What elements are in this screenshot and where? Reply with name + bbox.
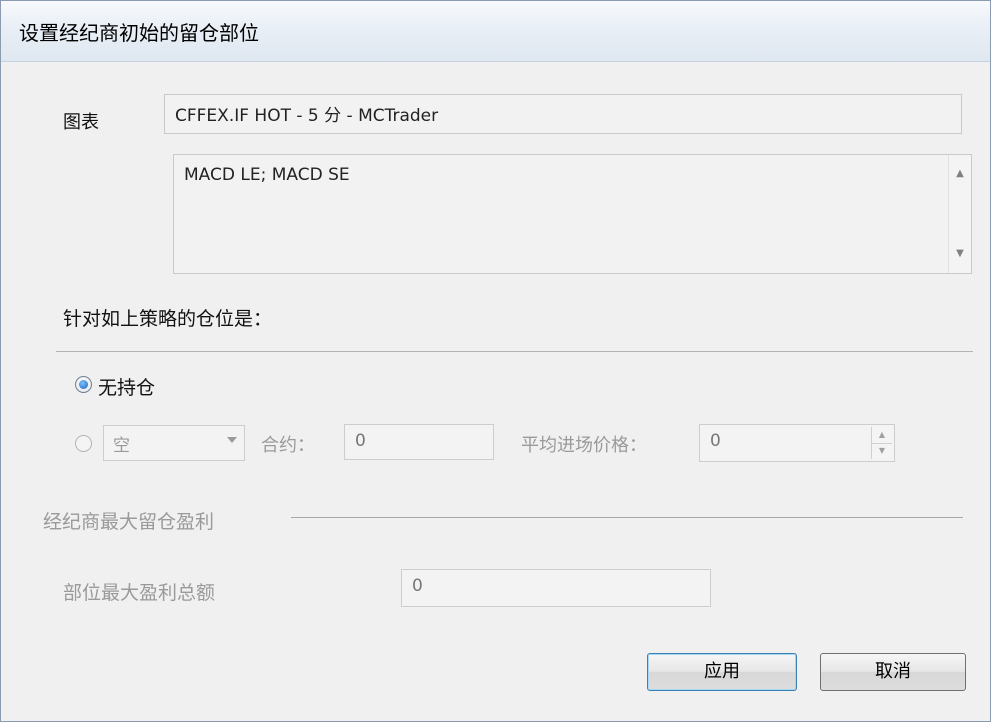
direction-value: 空 bbox=[113, 436, 130, 456]
broker-section-title: 经纪商最大留仓盈利 bbox=[43, 511, 215, 533]
strategies-text: MACD LE; MACD SE bbox=[184, 165, 350, 185]
cancel-button[interactable]: 取消 bbox=[820, 653, 966, 691]
dialog-window: 设置经纪商初始的留仓部位 图表 CFFEX.IF HOT - 5 分 - MCT… bbox=[0, 0, 991, 722]
chart-label: 图表 bbox=[63, 112, 99, 133]
spin-up-icon[interactable]: ▲ bbox=[872, 427, 892, 444]
max-profit-label: 部位最大盈利总额 bbox=[63, 582, 216, 604]
chevron-down-icon bbox=[227, 437, 237, 443]
max-profit-input[interactable]: 0 bbox=[401, 569, 711, 607]
scroll-up-arrow-icon[interactable]: ▲ bbox=[949, 163, 971, 185]
avg-price-input[interactable]: 0 ▲ ▼ bbox=[699, 424, 895, 462]
title-bar[interactable]: 设置经纪商初始的留仓部位 bbox=[1, 1, 990, 62]
strategies-scrollbar[interactable]: ▲ ▼ bbox=[948, 155, 971, 273]
chart-name-field: CFFEX.IF HOT - 5 分 - MCTrader bbox=[164, 94, 962, 134]
scroll-down-arrow-icon[interactable]: ▼ bbox=[949, 243, 971, 265]
no-position-radio[interactable] bbox=[75, 376, 92, 393]
apply-button[interactable]: 应用 bbox=[647, 653, 797, 691]
broker-separator bbox=[291, 517, 963, 518]
position-separator bbox=[56, 351, 973, 352]
spin-down-icon[interactable]: ▼ bbox=[872, 443, 892, 459]
position-heading: 针对如上策略的仓位是： bbox=[63, 308, 273, 330]
contracts-label: 合约： bbox=[261, 435, 315, 456]
avg-price-label: 平均进场价格： bbox=[521, 435, 647, 456]
no-position-label[interactable]: 无持仓 bbox=[98, 373, 155, 400]
avg-price-spinner[interactable]: ▲ ▼ bbox=[871, 427, 892, 459]
direction-select[interactable]: 空 bbox=[103, 425, 245, 461]
set-position-radio[interactable] bbox=[75, 435, 92, 452]
contracts-input[interactable]: 0 bbox=[344, 424, 494, 460]
dialog-body: 图表 CFFEX.IF HOT - 5 分 - MCTrader MACD LE… bbox=[1, 62, 990, 721]
strategies-textarea[interactable]: MACD LE; MACD SE ▲ ▼ bbox=[173, 154, 972, 274]
window-title: 设置经纪商初始的留仓部位 bbox=[19, 21, 259, 45]
avg-price-value: 0 bbox=[710, 431, 721, 451]
